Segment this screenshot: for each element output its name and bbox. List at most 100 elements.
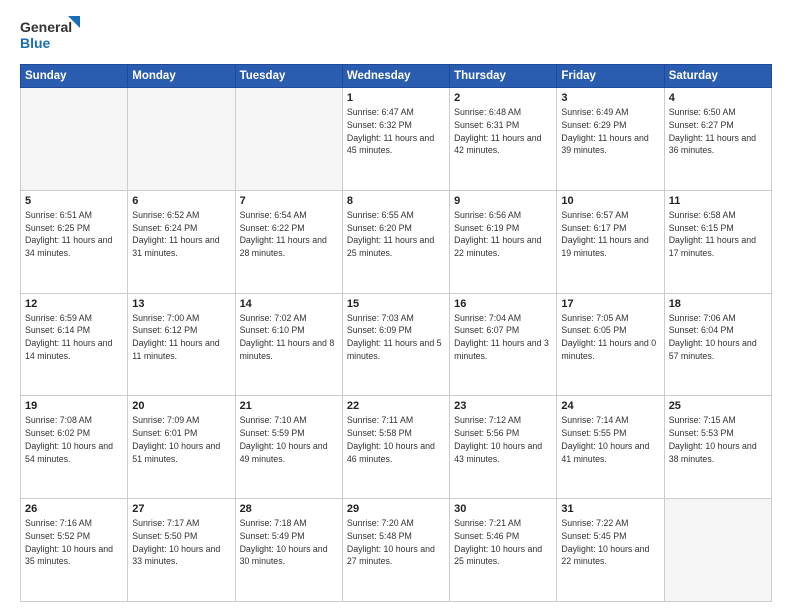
weekday-header-friday: Friday <box>557 65 664 88</box>
day-number: 1 <box>347 92 445 104</box>
day-number: 24 <box>561 400 659 412</box>
day-number: 27 <box>132 503 230 515</box>
calendar-week-row: 19 Sunrise: 7:08 AM Sunset: 6:02 PM Dayli… <box>21 396 772 499</box>
day-number: 2 <box>454 92 552 104</box>
day-number: 3 <box>561 92 659 104</box>
calendar-cell: 19 Sunrise: 7:08 AM Sunset: 6:02 PM Dayli… <box>21 396 128 499</box>
day-info: Sunrise: 7:02 AM Sunset: 6:10 PM Dayligh… <box>240 312 338 363</box>
day-number: 18 <box>669 298 767 310</box>
weekday-header-thursday: Thursday <box>450 65 557 88</box>
calendar-cell: 24 Sunrise: 7:14 AM Sunset: 5:55 PM Dayli… <box>557 396 664 499</box>
day-info: Sunrise: 7:03 AM Sunset: 6:09 PM Dayligh… <box>347 312 445 363</box>
day-info: Sunrise: 7:17 AM Sunset: 5:50 PM Dayligh… <box>132 517 230 568</box>
day-number: 26 <box>25 503 123 515</box>
calendar-cell <box>235 88 342 191</box>
weekday-header-sunday: Sunday <box>21 65 128 88</box>
calendar-cell: 11 Sunrise: 6:58 AM Sunset: 6:15 PM Dayli… <box>664 190 771 293</box>
day-info: Sunrise: 7:00 AM Sunset: 6:12 PM Dayligh… <box>132 312 230 363</box>
calendar-cell: 4 Sunrise: 6:50 AM Sunset: 6:27 PM Daylig… <box>664 88 771 191</box>
calendar-cell: 13 Sunrise: 7:00 AM Sunset: 6:12 PM Dayli… <box>128 293 235 396</box>
header: GeneralBlue <box>20 16 772 54</box>
day-number: 4 <box>669 92 767 104</box>
calendar-cell: 28 Sunrise: 7:18 AM Sunset: 5:49 PM Dayli… <box>235 499 342 602</box>
calendar-cell: 27 Sunrise: 7:17 AM Sunset: 5:50 PM Dayli… <box>128 499 235 602</box>
day-info: Sunrise: 6:55 AM Sunset: 6:20 PM Dayligh… <box>347 209 445 260</box>
calendar-cell: 9Sunrise: 6:56 AM Sunset: 6:19 PM Daylig… <box>450 190 557 293</box>
calendar-week-row: 1Sunrise: 6:47 AM Sunset: 6:32 PM Daylig… <box>21 88 772 191</box>
page: GeneralBlue SundayMondayTuesdayWednesday… <box>0 0 792 612</box>
calendar-cell: 23 Sunrise: 7:12 AM Sunset: 5:56 PM Dayli… <box>450 396 557 499</box>
calendar-cell: 15 Sunrise: 7:03 AM Sunset: 6:09 PM Dayli… <box>342 293 449 396</box>
day-number: 28 <box>240 503 338 515</box>
calendar-cell: 3 Sunrise: 6:49 AM Sunset: 6:29 PM Daylig… <box>557 88 664 191</box>
calendar-cell: 6Sunrise: 6:52 AM Sunset: 6:24 PM Daylig… <box>128 190 235 293</box>
calendar-cell: 31Sunrise: 7:22 AM Sunset: 5:45 PM Dayli… <box>557 499 664 602</box>
calendar-week-row: 26 Sunrise: 7:16 AM Sunset: 5:52 PM Dayli… <box>21 499 772 602</box>
calendar-cell: 2 Sunrise: 6:48 AM Sunset: 6:31 PM Daylig… <box>450 88 557 191</box>
day-number: 17 <box>561 298 659 310</box>
day-info: Sunrise: 6:48 AM Sunset: 6:31 PM Dayligh… <box>454 106 552 157</box>
day-info: Sunrise: 7:11 AM Sunset: 5:58 PM Dayligh… <box>347 414 445 465</box>
day-number: 22 <box>347 400 445 412</box>
day-number: 20 <box>132 400 230 412</box>
day-info: Sunrise: 6:49 AM Sunset: 6:29 PM Dayligh… <box>561 106 659 157</box>
weekday-header-monday: Monday <box>128 65 235 88</box>
calendar-cell: 12 Sunrise: 6:59 AM Sunset: 6:14 PM Dayli… <box>21 293 128 396</box>
calendar-week-row: 5 Sunrise: 6:51 AM Sunset: 6:25 PM Daylig… <box>21 190 772 293</box>
calendar-cell: 22 Sunrise: 7:11 AM Sunset: 5:58 PM Dayli… <box>342 396 449 499</box>
day-number: 23 <box>454 400 552 412</box>
day-info: Sunrise: 6:59 AM Sunset: 6:14 PM Dayligh… <box>25 312 123 363</box>
day-info: Sunrise: 6:50 AM Sunset: 6:27 PM Dayligh… <box>669 106 767 157</box>
calendar-cell: 18Sunrise: 7:06 AM Sunset: 6:04 PM Dayli… <box>664 293 771 396</box>
calendar-cell: 1Sunrise: 6:47 AM Sunset: 6:32 PM Daylig… <box>342 88 449 191</box>
day-number: 29 <box>347 503 445 515</box>
logo: GeneralBlue <box>20 16 80 54</box>
day-number: 15 <box>347 298 445 310</box>
calendar-table: SundayMondayTuesdayWednesdayThursdayFrid… <box>20 64 772 602</box>
day-info: Sunrise: 6:58 AM Sunset: 6:15 PM Dayligh… <box>669 209 767 260</box>
calendar-cell: 30 Sunrise: 7:21 AM Sunset: 5:46 PM Dayli… <box>450 499 557 602</box>
day-number: 8 <box>347 195 445 207</box>
day-info: Sunrise: 7:20 AM Sunset: 5:48 PM Dayligh… <box>347 517 445 568</box>
day-number: 19 <box>25 400 123 412</box>
calendar-cell <box>664 499 771 602</box>
weekday-header-saturday: Saturday <box>664 65 771 88</box>
day-info: Sunrise: 7:05 AM Sunset: 6:05 PM Dayligh… <box>561 312 659 363</box>
day-number: 13 <box>132 298 230 310</box>
calendar-cell: 16 Sunrise: 7:04 AM Sunset: 6:07 PM Dayli… <box>450 293 557 396</box>
day-info: Sunrise: 6:54 AM Sunset: 6:22 PM Dayligh… <box>240 209 338 260</box>
day-info: Sunrise: 7:09 AM Sunset: 6:01 PM Dayligh… <box>132 414 230 465</box>
calendar-cell: 29 Sunrise: 7:20 AM Sunset: 5:48 PM Dayli… <box>342 499 449 602</box>
day-info: Sunrise: 7:14 AM Sunset: 5:55 PM Dayligh… <box>561 414 659 465</box>
day-info: Sunrise: 6:56 AM Sunset: 6:19 PM Dayligh… <box>454 209 552 260</box>
svg-text:Blue: Blue <box>20 35 51 51</box>
calendar-cell: 5 Sunrise: 6:51 AM Sunset: 6:25 PM Daylig… <box>21 190 128 293</box>
calendar-cell: 14Sunrise: 7:02 AM Sunset: 6:10 PM Dayli… <box>235 293 342 396</box>
calendar-cell: 8 Sunrise: 6:55 AM Sunset: 6:20 PM Daylig… <box>342 190 449 293</box>
calendar-cell: 17 Sunrise: 7:05 AM Sunset: 6:05 PM Dayli… <box>557 293 664 396</box>
weekday-header-row: SundayMondayTuesdayWednesdayThursdayFrid… <box>21 65 772 88</box>
day-info: Sunrise: 7:18 AM Sunset: 5:49 PM Dayligh… <box>240 517 338 568</box>
day-info: Sunrise: 7:04 AM Sunset: 6:07 PM Dayligh… <box>454 312 552 363</box>
day-number: 12 <box>25 298 123 310</box>
calendar-cell <box>21 88 128 191</box>
calendar-cell: 7Sunrise: 6:54 AM Sunset: 6:22 PM Daylig… <box>235 190 342 293</box>
day-number: 21 <box>240 400 338 412</box>
weekday-header-wednesday: Wednesday <box>342 65 449 88</box>
calendar-cell <box>128 88 235 191</box>
calendar-cell: 26 Sunrise: 7:16 AM Sunset: 5:52 PM Dayli… <box>21 499 128 602</box>
day-info: Sunrise: 6:57 AM Sunset: 6:17 PM Dayligh… <box>561 209 659 260</box>
calendar-cell: 20 Sunrise: 7:09 AM Sunset: 6:01 PM Dayli… <box>128 396 235 499</box>
day-info: Sunrise: 7:21 AM Sunset: 5:46 PM Dayligh… <box>454 517 552 568</box>
day-info: Sunrise: 7:12 AM Sunset: 5:56 PM Dayligh… <box>454 414 552 465</box>
day-number: 16 <box>454 298 552 310</box>
day-info: Sunrise: 7:08 AM Sunset: 6:02 PM Dayligh… <box>25 414 123 465</box>
day-info: Sunrise: 6:51 AM Sunset: 6:25 PM Dayligh… <box>25 209 123 260</box>
calendar-week-row: 12 Sunrise: 6:59 AM Sunset: 6:14 PM Dayli… <box>21 293 772 396</box>
day-info: Sunrise: 7:16 AM Sunset: 5:52 PM Dayligh… <box>25 517 123 568</box>
day-number: 5 <box>25 195 123 207</box>
day-number: 10 <box>561 195 659 207</box>
day-number: 30 <box>454 503 552 515</box>
day-number: 11 <box>669 195 767 207</box>
calendar-cell: 10 Sunrise: 6:57 AM Sunset: 6:17 PM Dayli… <box>557 190 664 293</box>
